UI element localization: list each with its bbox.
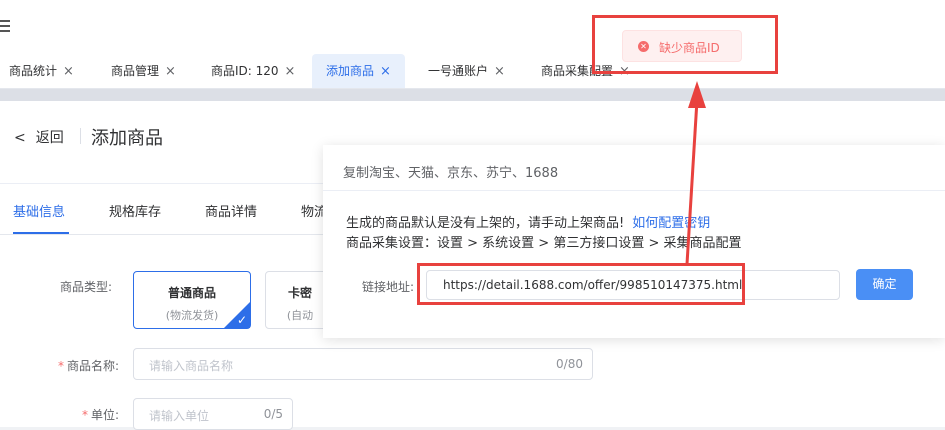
annotation-arrow: [685, 81, 706, 265]
